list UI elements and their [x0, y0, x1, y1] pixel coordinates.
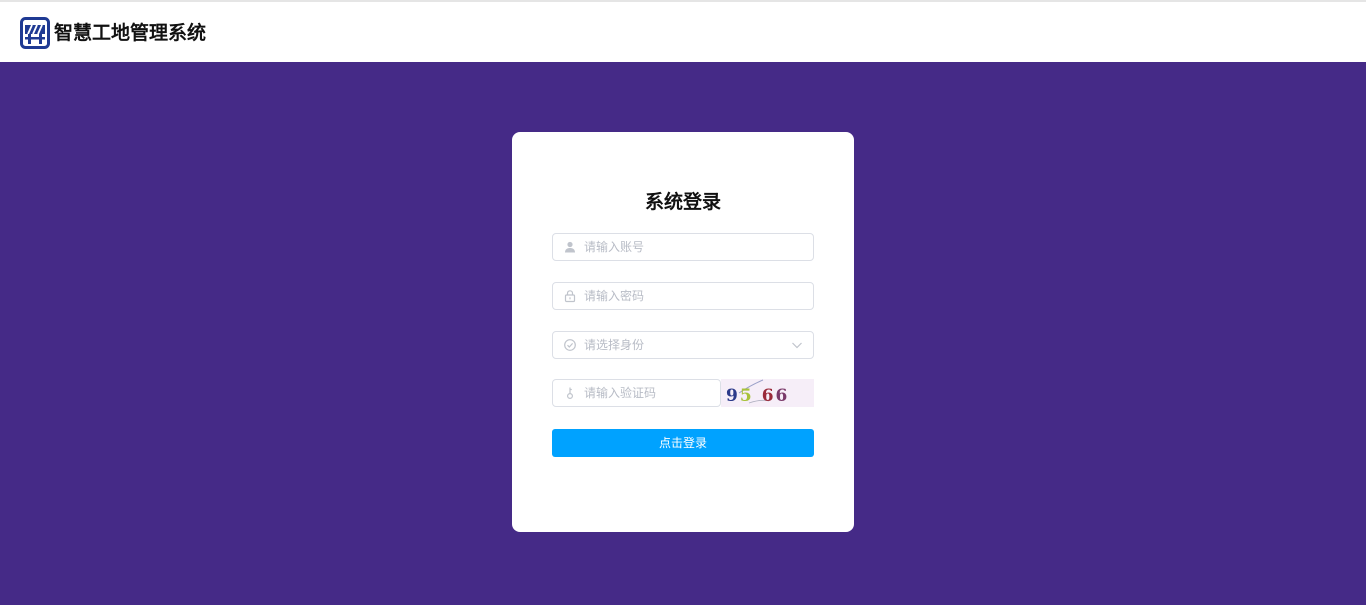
chevron-down-icon[interactable] — [791, 339, 803, 351]
construction-barrier-icon — [20, 17, 50, 49]
top-bar: 智慧工地管理系统 — [0, 0, 1366, 62]
check-circle-icon — [564, 339, 576, 351]
key-icon — [566, 387, 574, 400]
user-icon — [565, 241, 575, 253]
role-select[interactable]: 请选择身份 — [552, 331, 814, 359]
captcha-image[interactable]: 95 66 — [721, 379, 814, 407]
app-title: 智慧工地管理系统 — [54, 22, 207, 44]
account-input[interactable] — [584, 234, 784, 260]
login-card: 系统登录 请选择身份 — [512, 132, 854, 532]
captcha-code: 95 66 — [726, 386, 789, 406]
password-field[interactable] — [552, 282, 814, 310]
password-input[interactable] — [584, 283, 784, 309]
captcha-input[interactable] — [584, 380, 714, 406]
account-field[interactable] — [552, 233, 814, 261]
lock-icon — [564, 290, 576, 303]
login-button[interactable]: 点击登录 — [552, 429, 814, 457]
role-placeholder: 请选择身份 — [584, 338, 645, 352]
login-title: 系统登录 — [644, 191, 721, 213]
captcha-field[interactable] — [552, 379, 721, 407]
